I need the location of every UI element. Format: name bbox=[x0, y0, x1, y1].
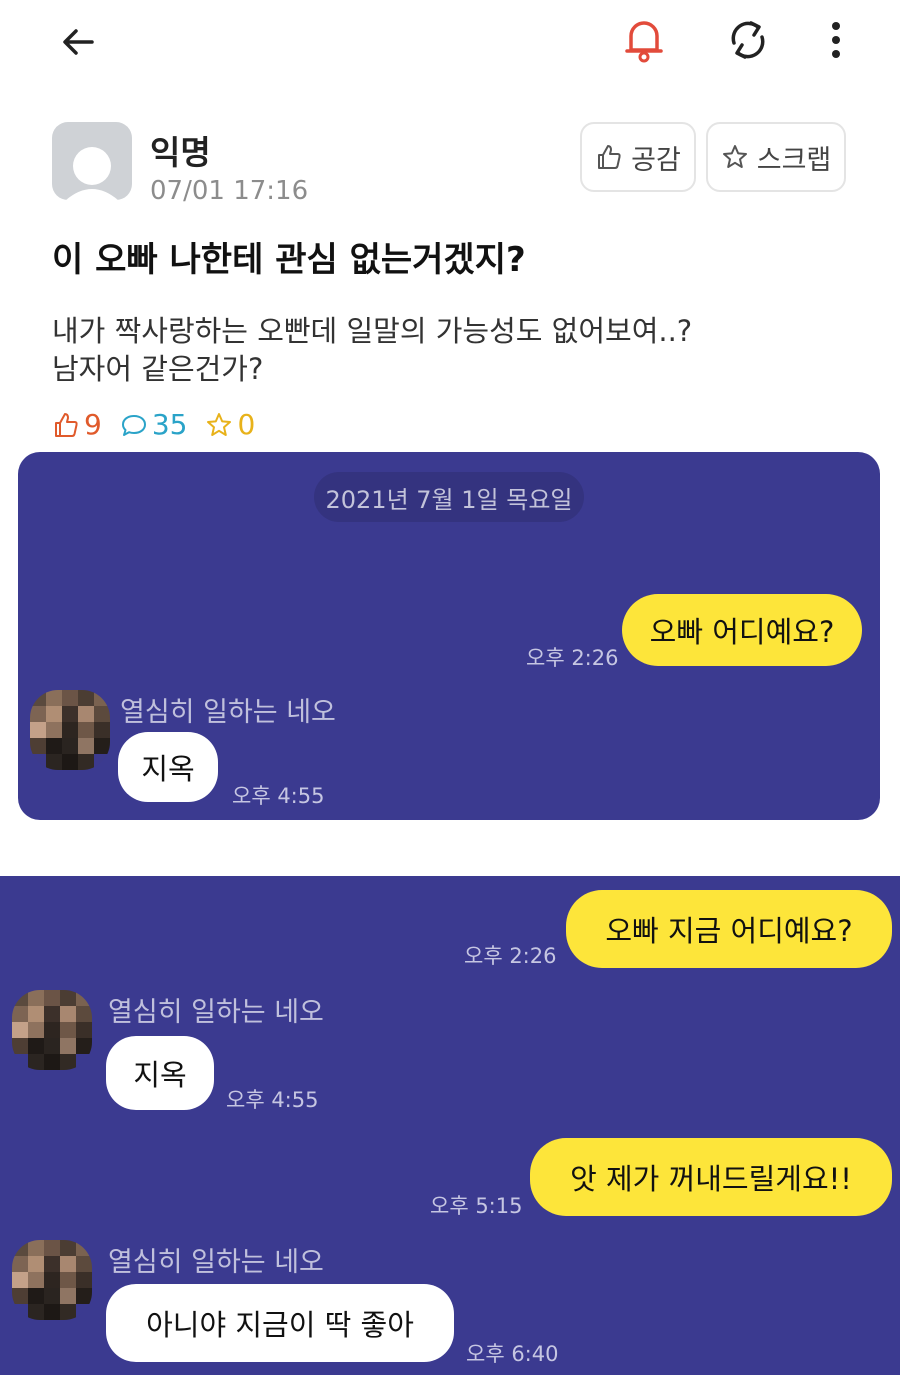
back-arrow-icon bbox=[63, 29, 94, 55]
post-body: 내가 짝사랑하는 오빤데 일말의 가능성도 없어보여..? 남자어 같은건가? bbox=[52, 312, 692, 388]
post-stats: 9 35 0 bbox=[52, 408, 265, 441]
refresh-button[interactable] bbox=[720, 12, 776, 68]
alert-button[interactable] bbox=[616, 12, 672, 68]
sender-avatar bbox=[12, 990, 92, 1070]
sender-name: 열심히 일하는 네오 bbox=[120, 697, 336, 728]
refresh-icon bbox=[731, 21, 765, 59]
back-button[interactable] bbox=[50, 14, 106, 70]
thumbs-up-icon bbox=[55, 412, 78, 437]
post-body-line: 남자어 같은건가? bbox=[52, 352, 264, 386]
their-message-bubble: 아니야 지금이 딱 좋아 bbox=[106, 1284, 454, 1362]
scrap-button-label: 스크랩 bbox=[756, 144, 832, 176]
author-avatar bbox=[52, 122, 132, 200]
bell-icon bbox=[625, 21, 663, 63]
comment-count-value: 35 bbox=[151, 408, 188, 441]
chat-screenshot-1: 2021년 7월 1일 목요일 오빠 어디예요? 오후 2:26 열심히 일하는… bbox=[18, 452, 880, 820]
message-time: 오후 4:55 bbox=[226, 1088, 319, 1112]
message-time: 오후 2:26 bbox=[464, 944, 557, 968]
like-button[interactable]: 공감 bbox=[580, 122, 696, 192]
more-button[interactable] bbox=[808, 12, 864, 68]
post-title: 이 오빠 나한테 관심 없는거겠지? bbox=[52, 240, 526, 280]
their-message-bubble: 지옥 bbox=[106, 1036, 214, 1110]
like-count-value: 9 bbox=[84, 408, 102, 441]
thumbs-up-icon bbox=[598, 145, 621, 169]
date-divider: 2021년 7월 1일 목요일 bbox=[314, 472, 584, 522]
message-time: 오후 4:55 bbox=[232, 784, 325, 808]
comment-icon bbox=[121, 414, 146, 436]
scrap-count: 0 bbox=[205, 408, 255, 441]
star-icon bbox=[207, 412, 232, 436]
scrap-button[interactable]: 스크랩 bbox=[706, 122, 846, 192]
comment-count: 35 bbox=[120, 408, 188, 441]
sender-name: 열심히 일하는 네오 bbox=[108, 1247, 324, 1278]
author-name: 익명 bbox=[150, 133, 211, 172]
post-time: 07/01 17:16 bbox=[150, 176, 309, 206]
sender-avatar bbox=[12, 1240, 92, 1320]
like-button-label: 공감 bbox=[631, 144, 681, 176]
like-count: 9 bbox=[52, 408, 102, 441]
my-message-bubble: 앗 제가 꺼내드릴게요!! bbox=[530, 1138, 892, 1216]
message-time: 오후 6:40 bbox=[466, 1342, 559, 1366]
chat-screenshot-2: 오빠 지금 어디예요? 오후 2:26 열심히 일하는 네오 지옥 오후 4:5… bbox=[0, 876, 900, 1375]
more-vertical-icon bbox=[832, 22, 840, 58]
post-body-line: 내가 짝사랑하는 오빤데 일말의 가능성도 없어보여..? bbox=[52, 314, 693, 348]
their-message-bubble: 지옥 bbox=[118, 732, 218, 802]
message-time: 오후 2:26 bbox=[526, 646, 619, 670]
message-time: 오후 5:15 bbox=[430, 1194, 523, 1218]
my-message-bubble: 오빠 어디예요? bbox=[622, 594, 862, 666]
my-message-bubble: 오빠 지금 어디예요? bbox=[566, 890, 892, 968]
star-icon bbox=[722, 145, 747, 168]
sender-avatar bbox=[30, 690, 110, 770]
scrap-count-value: 0 bbox=[237, 408, 256, 441]
sender-name: 열심히 일하는 네오 bbox=[108, 997, 324, 1028]
